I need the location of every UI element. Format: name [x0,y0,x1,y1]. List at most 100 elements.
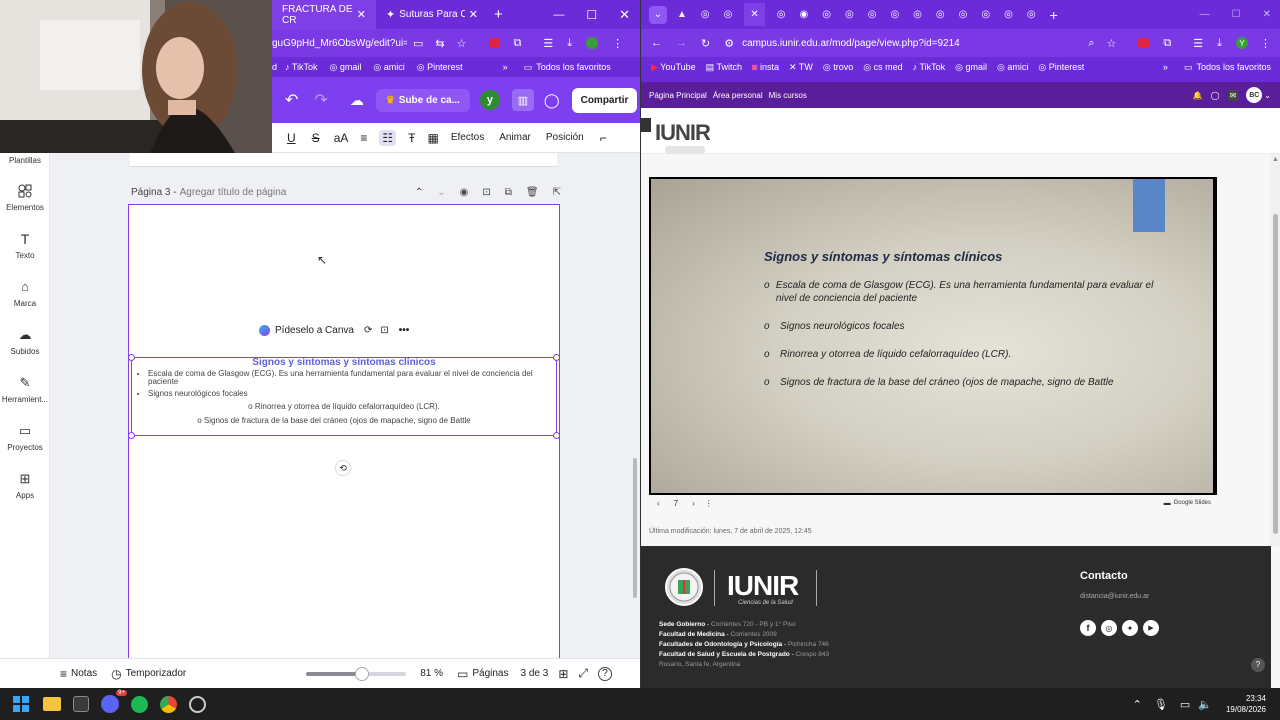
slide[interactable]: Signos y síntomas y síntomas clínicos oE… [651,179,1213,493]
cloud-save-icon[interactable]: ☁ [350,92,364,109]
site-info-icon[interactable]: ⚙ [724,37,734,50]
bookmark-insta[interactable]: ◙ insta [752,62,779,72]
timer-button[interactable]: Temporizador [126,668,187,679]
help-icon[interactable]: ? [1251,658,1265,672]
instagram-icon[interactable]: ◎ [1101,620,1117,636]
search-icon[interactable]: ⌕ [1088,37,1094,50]
grid-view-icon[interactable]: ⊞ [558,667,568,681]
bookmark-gmail[interactable]: ◎ gmail [330,62,362,73]
nav-dashboard[interactable]: Área personal [713,91,763,100]
canvas-scrollbar[interactable] [633,458,637,598]
drawer-toggle-icon[interactable] [641,118,651,132]
tab-icon[interactable]: ◎ [822,9,831,20]
timer-icon[interactable]: ◷ [111,667,121,681]
user-avatar[interactable]: BC [1246,87,1263,103]
twitter-icon[interactable]: ✦ [1122,620,1138,636]
more-icon[interactable]: ••• [399,325,410,336]
underline-icon[interactable]: U [287,131,296,145]
mail-icon[interactable]: ✉ [1227,89,1239,101]
tab-icon[interactable]: ◎ [868,9,877,20]
facebook-icon[interactable]: f [1080,620,1096,636]
chevron-up-icon[interactable]: ⌃ [415,187,423,198]
bookmark-d[interactable]: d [272,62,277,72]
paint-format-icon[interactable]: ⌐ [600,131,607,145]
scroll-up-icon[interactable]: ▲ [1272,156,1279,163]
bookmark-amici[interactable]: ◎ amici [373,62,404,73]
pages-icon[interactable]: ▭ [457,667,468,681]
translate-icon[interactable]: ⇆ [435,37,444,50]
tab-icon[interactable]: ◎ [701,9,710,20]
slide-menu-icon[interactable]: ⋮ [705,499,713,508]
sidebar-item-uploads[interactable]: ☁ Subidos [0,327,50,356]
url-text[interactable]: campus.iunir.edu.ar/mod/page/view.php?id… [742,38,960,49]
lock-icon[interactable]: ⊡ [380,325,388,336]
obs-icon[interactable] [189,695,206,713]
star-icon[interactable]: ☆ [457,37,467,50]
window-close-icon[interactable]: ✕ [1263,9,1271,20]
zoom-slider[interactable] [306,666,407,681]
bookmark-gmail[interactable]: ◎ gmail [955,62,987,73]
bookmark-twitch[interactable]: ▤ Twitch [706,62,742,73]
notification-bell-icon[interactable]: 🔔 [1193,91,1203,100]
tab-icon[interactable]: ◎ [913,9,922,20]
case-icon[interactable]: aA [334,131,349,145]
window-close-icon[interactable]: ✕ [619,7,630,23]
sidebar-item-projects[interactable]: ▭ Proyectos [0,423,50,452]
tab-icon[interactable]: ◎ [1027,9,1036,20]
spacing-icon[interactable]: Ŧ [408,131,415,145]
zoom-value[interactable]: 81 % [420,668,443,679]
prev-slide-icon[interactable]: ‹ [657,499,660,508]
clock[interactable]: 23:34 19/08/2026 [1226,693,1266,715]
maximize-icon[interactable]: ☐ [586,8,597,22]
resize-handle[interactable] [128,354,135,361]
menu-icon[interactable]: ⋮ [1260,37,1271,50]
volume-icon[interactable]: 🔈 [1198,698,1212,711]
sidebar-item-templates[interactable]: Plantillas [0,156,50,165]
tab-icon[interactable]: ◎ [1004,9,1013,20]
comment-icon[interactable]: ◯ [544,92,560,109]
app-icon[interactable] [73,696,89,712]
analytics-icon[interactable]: ▥ [511,89,534,111]
chevron-down-icon[interactable]: ⌄ [437,187,445,198]
align-icon[interactable]: ≡ [360,131,367,145]
bookmark-amici[interactable]: ◎ amici [997,62,1028,73]
tab-search-icon[interactable]: ⌄ [649,5,667,24]
sidebar-item-tools[interactable]: ✎ Herramient... [0,375,50,404]
extensions-icon[interactable]: ⧉ [514,37,522,50]
effects-button[interactable]: Efectos [451,132,484,143]
upgrade-button[interactable]: ♛ Sube de ca... [375,88,470,112]
bookmark-tw[interactable]: ✕ TW [789,62,813,73]
next-slide-icon[interactable]: › [692,499,695,508]
windows-start-icon[interactable] [13,696,29,712]
tab-icon[interactable]: ◎ [845,9,854,20]
close-icon[interactable]: ✕ [357,8,366,21]
extensions-icon[interactable]: ⧉ [1163,37,1171,50]
tab-suturas[interactable]: ✦ Suturas Para Cada ✕ [376,0,488,29]
youtube-icon[interactable]: ▶ [1143,620,1159,636]
resize-handle[interactable] [553,432,560,439]
open-tab-icon[interactable]: ▭ [413,37,423,50]
comment-add-icon[interactable]: ⟳ [364,325,372,336]
star-icon[interactable]: ☆ [1107,37,1117,50]
resize-handle[interactable] [553,354,560,361]
new-tab-icon[interactable]: + [1050,7,1058,23]
bookmark-pinterest[interactable]: ◎ Pinterest [417,62,463,73]
strikethrough-icon[interactable]: S [312,131,320,145]
redo-icon[interactable]: ↷ [314,90,327,110]
discord-icon[interactable]: 9+ [101,690,127,713]
active-tab-close-icon[interactable]: ✕ [744,3,765,26]
iunir-logo[interactable]: IUNIR [655,120,711,146]
user-menu-chevron-icon[interactable]: ⌄ [1264,91,1271,100]
more-bookmarks-icon[interactable]: » [503,62,508,72]
tab-icon[interactable]: ◎ [936,9,945,20]
file-explorer-icon[interactable] [43,697,61,711]
close-icon[interactable]: ✕ [469,8,478,21]
trash-icon[interactable]: 🗑 [526,187,539,198]
minimize-icon[interactable]: — [553,9,564,21]
bookmark-tiktok[interactable]: ♪ TikTok [913,62,946,72]
page-scrollbar[interactable]: ▲ [1270,154,1280,546]
bookmark-tiktok[interactable]: ♪ TikTok [285,62,318,72]
tab-icon[interactable]: ◉ [800,9,809,20]
sidebar-item-text[interactable]: T Texto [0,231,50,260]
sidebar-item-brand[interactable]: ⌂ Marca [0,279,50,308]
